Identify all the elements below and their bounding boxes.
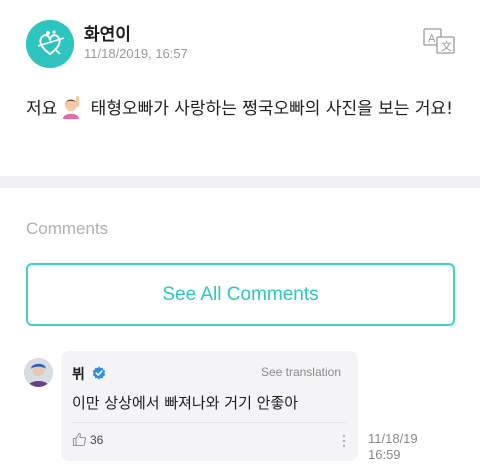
verified-badge-icon [92,365,106,380]
more-vertical-icon[interactable] [341,433,347,449]
see-all-comments-button[interactable]: See All Comments [26,263,455,326]
like-count: 36 [90,433,104,447]
comment-time: 16:59 [368,447,401,462]
svg-text:A: A [428,33,436,45]
svg-text:文: 文 [441,39,452,53]
translate-icon[interactable]: A 文 [423,28,455,54]
author-avatar[interactable] [26,20,74,68]
comments-heading: Comments [26,219,109,238]
thumbs-up-icon[interactable] [72,432,87,447]
section-divider [0,176,480,188]
commenter-avatar[interactable] [24,358,53,387]
post-body: 저요 태형오빠가 사랑하는 쩡국오빠의 사진을 보는 거요! [26,94,466,124]
comment-author[interactable]: 뷔 [72,364,85,384]
post-text-rest: 태형오빠가 사랑하는 쩡국오빠의 사진을 보는 거요! [85,99,453,119]
post-text-start: 저요 [26,99,58,119]
comment-card: 뷔 See translation 이만 상상에서 빠져나와 거기 안좋아 36 [61,351,358,461]
comment-timestamp: 11/18/19 16:59 [368,431,418,463]
post-header: 화연이 11/18/2019, 16:57 A 文 [0,0,480,80]
see-translation-link[interactable]: See translation [261,365,341,379]
author-name[interactable]: 화연이 [84,20,131,45]
comment-divider [72,422,347,423]
post-timestamp: 11/18/2019, 16:57 [84,46,188,61]
comment-date: 11/18/19 [368,431,418,446]
comment-text: 이만 상상에서 빠져나와 거기 안좋아 [72,394,299,412]
raising-hand-emoji-icon [59,95,83,119]
